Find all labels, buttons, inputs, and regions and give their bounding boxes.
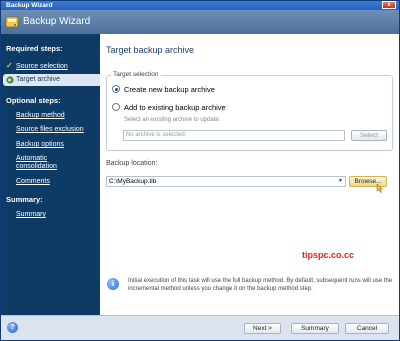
required-steps-heading: Required steps: bbox=[6, 44, 63, 53]
backup-location-label: Backup location: bbox=[106, 160, 158, 167]
current-step-arrow-icon bbox=[6, 76, 14, 84]
window-title: Backup Wizard bbox=[6, 2, 53, 9]
sidebar-item-comments[interactable]: Comments bbox=[16, 178, 98, 186]
backup-location-value: C:\MyBackup.tib bbox=[109, 178, 157, 185]
summary-heading: Summary: bbox=[6, 195, 43, 204]
summary-button[interactable]: Summary bbox=[291, 323, 339, 334]
target-selection-group: Target selection Create new backup archi… bbox=[106, 71, 393, 151]
sidebar-item-backup-options[interactable]: Backup options bbox=[16, 141, 98, 149]
next-button[interactable]: Next > bbox=[244, 323, 281, 334]
add-existing-archive-radio[interactable] bbox=[112, 103, 120, 111]
watermark-text: tipspc.co.cc bbox=[302, 250, 355, 260]
archive-path-field[interactable]: No archive is selected. bbox=[123, 130, 345, 141]
add-existing-archive-label[interactable]: Add to existing backup archive bbox=[124, 103, 226, 112]
sidebar-item-summary[interactable]: Summary bbox=[16, 211, 98, 219]
wizard-sidebar: Required steps: ✓ Source selection Targe… bbox=[1, 34, 100, 315]
sidebar-item-source-selection[interactable]: Source selection bbox=[16, 63, 98, 71]
existing-archive-hint: Select an existing archive to update: bbox=[124, 117, 221, 123]
cancel-button[interactable]: Cancel bbox=[345, 323, 389, 334]
sidebar-item-label: Target archive bbox=[16, 76, 60, 83]
help-icon[interactable]: ? bbox=[7, 322, 18, 333]
info-icon: i bbox=[107, 278, 119, 290]
wizard-footer: ? Next > Summary Cancel bbox=[1, 315, 399, 340]
select-archive-button[interactable]: Select bbox=[351, 130, 387, 141]
target-selection-legend: Target selection bbox=[111, 71, 161, 78]
sidebar-item-backup-method[interactable]: Backup method bbox=[16, 112, 98, 120]
mouse-pointer-icon bbox=[376, 184, 384, 193]
header-title: Backup Wizard bbox=[23, 16, 91, 27]
close-button[interactable]: x bbox=[382, 1, 396, 9]
backup-wizard-icon bbox=[5, 16, 19, 28]
page-title: Target backup archive bbox=[106, 45, 195, 55]
optional-steps-heading: Optional steps: bbox=[6, 96, 61, 105]
wizard-content: Target backup archive Target selection C… bbox=[100, 34, 399, 315]
chevron-down-icon[interactable]: ▼ bbox=[338, 177, 343, 186]
info-message: Initial execution of this task will use … bbox=[128, 278, 393, 292]
sidebar-item-source-files-exclusion[interactable]: Source files exclusion bbox=[16, 126, 98, 134]
backup-wizard-window: Backup Wizard x Backup Wizard Required s… bbox=[0, 0, 400, 341]
wizard-header: Backup Wizard bbox=[1, 10, 399, 34]
create-new-archive-radio[interactable] bbox=[112, 85, 120, 93]
sidebar-item-automatic-consolidation[interactable]: Automatic consolidation bbox=[16, 155, 76, 171]
sidebar-item-target-archive[interactable]: Target archive bbox=[3, 74, 100, 86]
title-bar[interactable]: Backup Wizard x bbox=[1, 1, 399, 10]
create-new-archive-label[interactable]: Create new backup archive bbox=[124, 85, 215, 94]
checkmark-icon: ✓ bbox=[6, 61, 13, 70]
backup-location-combobox[interactable]: C:\MyBackup.tib ▼ bbox=[106, 176, 346, 187]
